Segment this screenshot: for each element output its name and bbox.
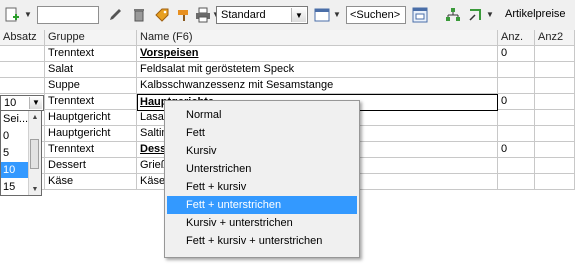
absatz-option-selected[interactable]: 10 [1, 162, 31, 178]
anz2-cell[interactable] [535, 46, 575, 62]
absatz-select[interactable]: 10 ▼ [0, 95, 44, 111]
search-window-icon[interactable] [411, 6, 429, 24]
anz-cell[interactable] [498, 126, 535, 142]
absatz-dropdown-list: Sei... 0 5 10 15 ▲ ▼ [0, 110, 42, 196]
menu-item[interactable]: Fett [167, 124, 357, 142]
table-row[interactable]: Trenntext Vorspeisen 0 [0, 46, 575, 62]
anz-cell[interactable] [498, 158, 535, 174]
table-row[interactable]: Suppe Kalbsschwanzessenz mit Sesamstange [0, 78, 575, 94]
suchen-label: <Suchen> [350, 9, 401, 21]
menu-item[interactable]: Unterstrichen [167, 160, 357, 178]
gruppe-cell[interactable]: Dessert [45, 158, 137, 174]
tag-icon[interactable] [153, 6, 171, 24]
scrollbar[interactable]: ▲ ▼ [28, 111, 41, 195]
gruppe-cell[interactable]: Hauptgericht [45, 126, 137, 142]
grid-header: Absatz Gruppe Name (F6) Anz. Anz2 [0, 30, 575, 46]
trash-icon[interactable] [130, 6, 148, 24]
table-row[interactable]: Salat Feldsalat mit geröstetem Speck [0, 62, 575, 78]
scroll-down-icon[interactable]: ▼ [29, 183, 41, 195]
new-dropdown-icon[interactable]: ▼ [24, 10, 32, 19]
new-icon[interactable] [3, 6, 21, 24]
artikelpreise-button[interactable]: Artikelpreise [505, 8, 566, 20]
suchen-field[interactable]: <Suchen> [346, 6, 406, 24]
anz2-cell[interactable] [535, 158, 575, 174]
gruppe-cell[interactable]: Salat [45, 62, 137, 78]
chevron-down-icon[interactable]: ▼ [29, 97, 42, 109]
name-cell[interactable]: Kalbsschwanzessenz mit Sesamstange [137, 78, 498, 94]
header-name[interactable]: Name (F6) [137, 30, 498, 46]
arrow-icon[interactable] [466, 6, 484, 24]
anz2-cell[interactable] [535, 126, 575, 142]
gruppe-cell[interactable]: Trenntext [45, 94, 137, 110]
absatz-cell[interactable] [0, 46, 45, 62]
menu-item[interactable]: Fett + unterstrichen [167, 196, 357, 214]
format-select-value: Standard [221, 9, 266, 21]
chevron-down-icon[interactable]: ▼ [291, 8, 306, 22]
anz-cell[interactable] [498, 174, 535, 190]
arrow-dropdown-icon[interactable]: ▼ [486, 10, 494, 19]
format-select[interactable]: Standard ▼ [216, 6, 308, 24]
absatz-cell[interactable] [0, 62, 45, 78]
scrollbar-thumb[interactable] [30, 139, 39, 169]
anz-cell[interactable] [498, 78, 535, 94]
absatz-cell[interactable] [0, 78, 45, 94]
menu-item[interactable]: Normal [167, 106, 357, 124]
menu-item[interactable]: Kursiv [167, 142, 357, 160]
anz2-cell[interactable] [535, 62, 575, 78]
format-context-menu: Normal Fett Kursiv Unterstrichen Fett + kurs… [164, 100, 360, 258]
header-anz[interactable]: Anz. [498, 30, 535, 46]
name-cell[interactable]: Vorspeisen [137, 46, 498, 62]
anz-cell[interactable]: 0 [498, 46, 535, 62]
menu-item[interactable]: Fett + kursiv [167, 178, 357, 196]
gruppe-cell[interactable]: Trenntext [45, 142, 137, 158]
menu-item[interactable]: Kursiv + unterstrichen [167, 214, 357, 232]
header-gruppe[interactable]: Gruppe [45, 30, 137, 46]
anz2-cell[interactable] [535, 174, 575, 190]
absatz-select-value: 10 [4, 97, 17, 109]
print-icon[interactable] [194, 6, 212, 24]
pencil-icon[interactable] [106, 6, 124, 24]
absatz-option[interactable]: Sei... [1, 111, 31, 127]
gruppe-cell[interactable]: Trenntext [45, 46, 137, 62]
anz2-cell[interactable] [535, 94, 575, 110]
anz-cell[interactable]: 0 [498, 94, 535, 110]
anz-cell[interactable]: 0 [498, 142, 535, 158]
menu-item[interactable]: Fett + kursiv + unterstrichen [167, 232, 357, 250]
scroll-up-icon[interactable]: ▲ [29, 111, 41, 123]
absatz-option[interactable]: 15 [1, 179, 31, 195]
toolbar: ▼ ▼ Standard ▼ ▼ <Suchen> ▼ Artikelpreis… [0, 0, 575, 31]
columns-dropdown-icon[interactable]: ▼ [333, 10, 341, 19]
tree-icon[interactable] [444, 6, 462, 24]
anz-cell[interactable] [498, 62, 535, 78]
name-cell[interactable]: Feldsalat mit geröstetem Speck [137, 62, 498, 78]
absatz-option[interactable]: 0 [1, 128, 31, 144]
brush-icon[interactable] [175, 6, 193, 24]
gruppe-cell[interactable]: Suppe [45, 78, 137, 94]
search-input[interactable] [37, 6, 99, 24]
gruppe-cell[interactable]: Hauptgericht [45, 110, 137, 126]
header-absatz[interactable]: Absatz [0, 30, 45, 46]
columns-icon[interactable] [313, 6, 331, 24]
anz2-cell[interactable] [535, 142, 575, 158]
gruppe-cell[interactable]: Käse [45, 174, 137, 190]
anz2-cell[interactable] [535, 78, 575, 94]
anz2-cell[interactable] [535, 110, 575, 126]
anz-cell[interactable] [498, 110, 535, 126]
header-anz2[interactable]: Anz2 [535, 30, 575, 46]
absatz-option[interactable]: 5 [1, 145, 31, 161]
